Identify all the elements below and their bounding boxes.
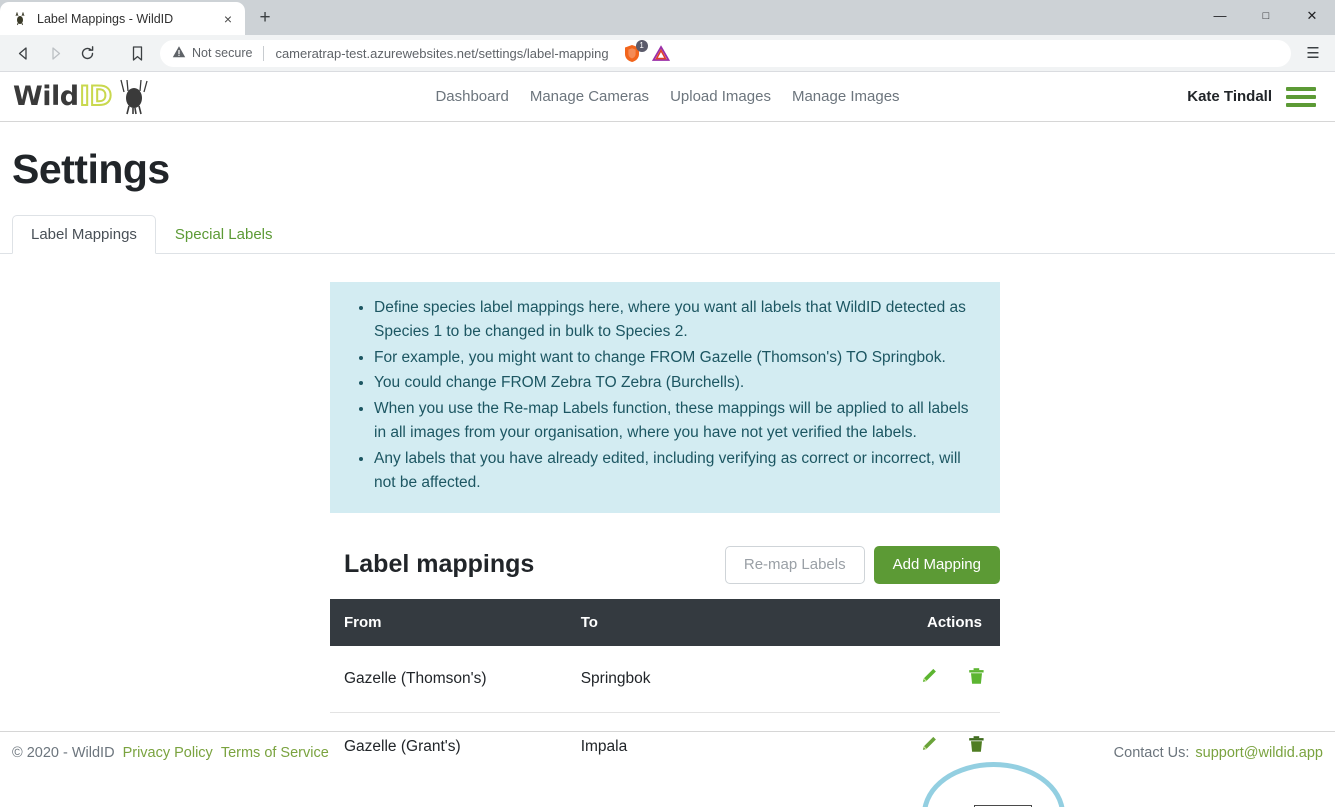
delete-icon[interactable]	[966, 667, 986, 687]
footer-privacy-link[interactable]: Privacy Policy	[123, 745, 213, 761]
window-maximize-button[interactable]: □	[1243, 0, 1289, 31]
tab-label-mappings[interactable]: Label Mappings	[12, 215, 156, 254]
security-label: Not secure	[192, 46, 253, 60]
table-head: From To Actions	[330, 598, 1000, 646]
antelope-favicon	[12, 11, 28, 27]
security-status[interactable]: Not secure	[172, 45, 252, 62]
tab-close-icon[interactable]: ×	[219, 10, 237, 28]
footer-contact-label: Contact Us:	[1113, 744, 1190, 761]
remap-labels-button[interactable]: Re-map Labels	[724, 545, 865, 585]
section-title: Label mappings	[344, 550, 535, 579]
nav-item-upload-images[interactable]: Upload Images	[670, 88, 771, 105]
url-text: cameratrap-test.azurewebsites.net/settin…	[275, 45, 609, 61]
info-bullet: Any labels that you have already edited,…	[374, 447, 978, 496]
web-page: Wild ID Dashboard Manage Cameras Upload …	[0, 72, 1335, 807]
cell-actions	[866, 645, 1000, 714]
logo-text-wild: Wild	[13, 81, 79, 112]
column-header-to: To	[566, 598, 867, 646]
nav-item-manage-images[interactable]: Manage Images	[792, 88, 900, 105]
settings-tabs: Label Mappings Special Labels	[0, 215, 1335, 254]
hamburger-menu-icon[interactable]	[1286, 86, 1316, 107]
row-action-icons	[918, 667, 986, 687]
nav-item-manage-cameras[interactable]: Manage Cameras	[530, 88, 649, 105]
footer-right: Contact Us: support@wildid.app	[1114, 745, 1323, 761]
footer-copyright: © 2020 - WildID	[12, 744, 115, 761]
add-mapping-button[interactable]: Add Mapping	[873, 545, 1000, 585]
tab-special-labels[interactable]: Special Labels	[156, 215, 292, 254]
column-header-actions: Actions	[866, 598, 1000, 646]
table-header-row: From To Actions	[330, 598, 1000, 646]
bookmark-icon[interactable]	[122, 38, 152, 68]
info-bullet: When you use the Re-map Labels function,…	[374, 397, 978, 446]
cell-from: Gazelle (Thomson's)	[330, 645, 567, 714]
triangle-extension-icon[interactable]	[651, 43, 671, 63]
cell-to: Springbok	[566, 645, 867, 714]
edit-icon[interactable]	[918, 667, 938, 687]
footer-terms-link[interactable]: Terms of Service	[221, 745, 329, 761]
back-icon[interactable]	[8, 38, 38, 68]
site-header: Wild ID Dashboard Manage Cameras Upload …	[0, 72, 1335, 122]
info-bullet: Define species label mappings here, wher…	[374, 296, 978, 345]
extension-badge-count: 1	[635, 40, 648, 52]
header-actions: Re-map Labels Add Mapping	[724, 545, 1000, 585]
info-bullet-list: Define species label mappings here, wher…	[352, 296, 978, 496]
wildid-logo[interactable]: Wild ID	[13, 79, 154, 115]
window-minimize-button[interactable]: —	[1197, 0, 1243, 31]
table-row: Gazelle (Thomson's) Springbok	[330, 645, 1000, 714]
info-box: Define species label mappings here, wher…	[330, 282, 1000, 513]
footer-left: © 2020 - WildID Privacy Policy Terms of …	[12, 745, 329, 761]
browser-tab[interactable]: Label Mappings - WildID ×	[0, 2, 245, 35]
label-mappings-panel: Define species label mappings here, wher…	[330, 282, 1000, 780]
forward-icon	[40, 38, 70, 68]
warning-icon	[172, 45, 186, 62]
browser-toolbar: Not secure cameratrap-test.azurewebsites…	[0, 35, 1335, 72]
new-tab-button[interactable]: +	[251, 4, 279, 32]
logo-text-id: ID	[79, 80, 113, 113]
info-bullet: You could change FROM Zebra TO Zebra (Bu…	[374, 371, 978, 395]
footer-contact-email[interactable]: support@wildid.app	[1195, 745, 1323, 761]
user-name[interactable]: Kate Tindall	[1187, 88, 1272, 105]
omnibox-divider	[263, 45, 265, 61]
page-content: Settings Label Mappings Special Labels D…	[0, 122, 1335, 807]
info-bullet: For example, you might want to change FR…	[374, 346, 978, 370]
antelope-logo-icon	[114, 79, 154, 115]
browser-window: Label Mappings - WildID × + — □ ✕ Not se…	[0, 0, 1335, 807]
extension-icons: 1	[616, 40, 671, 63]
page-footer: © 2020 - WildID Privacy Policy Terms of …	[0, 731, 1335, 773]
main-navigation: Dashboard Manage Cameras Upload Images M…	[0, 88, 1335, 105]
browser-menu-icon[interactable]: ☰	[1299, 39, 1327, 67]
column-header-from: From	[330, 598, 567, 646]
reload-icon[interactable]	[72, 38, 102, 68]
brave-shields-icon[interactable]: 1	[622, 40, 648, 63]
window-controls: — □ ✕	[1197, 0, 1335, 35]
user-zone: Kate Tindall	[1187, 86, 1322, 107]
page-title: Settings	[12, 146, 170, 192]
browser-tab-strip: Label Mappings - WildID × + — □ ✕	[0, 0, 1335, 35]
address-bar[interactable]: Not secure cameratrap-test.azurewebsites…	[160, 39, 1291, 67]
nav-item-dashboard[interactable]: Dashboard	[435, 88, 508, 105]
mappings-header: Label mappings Re-map Labels Add Mapping	[330, 541, 1000, 589]
browser-tab-title: Label Mappings - WildID	[37, 11, 174, 26]
window-close-button[interactable]: ✕	[1289, 0, 1335, 31]
